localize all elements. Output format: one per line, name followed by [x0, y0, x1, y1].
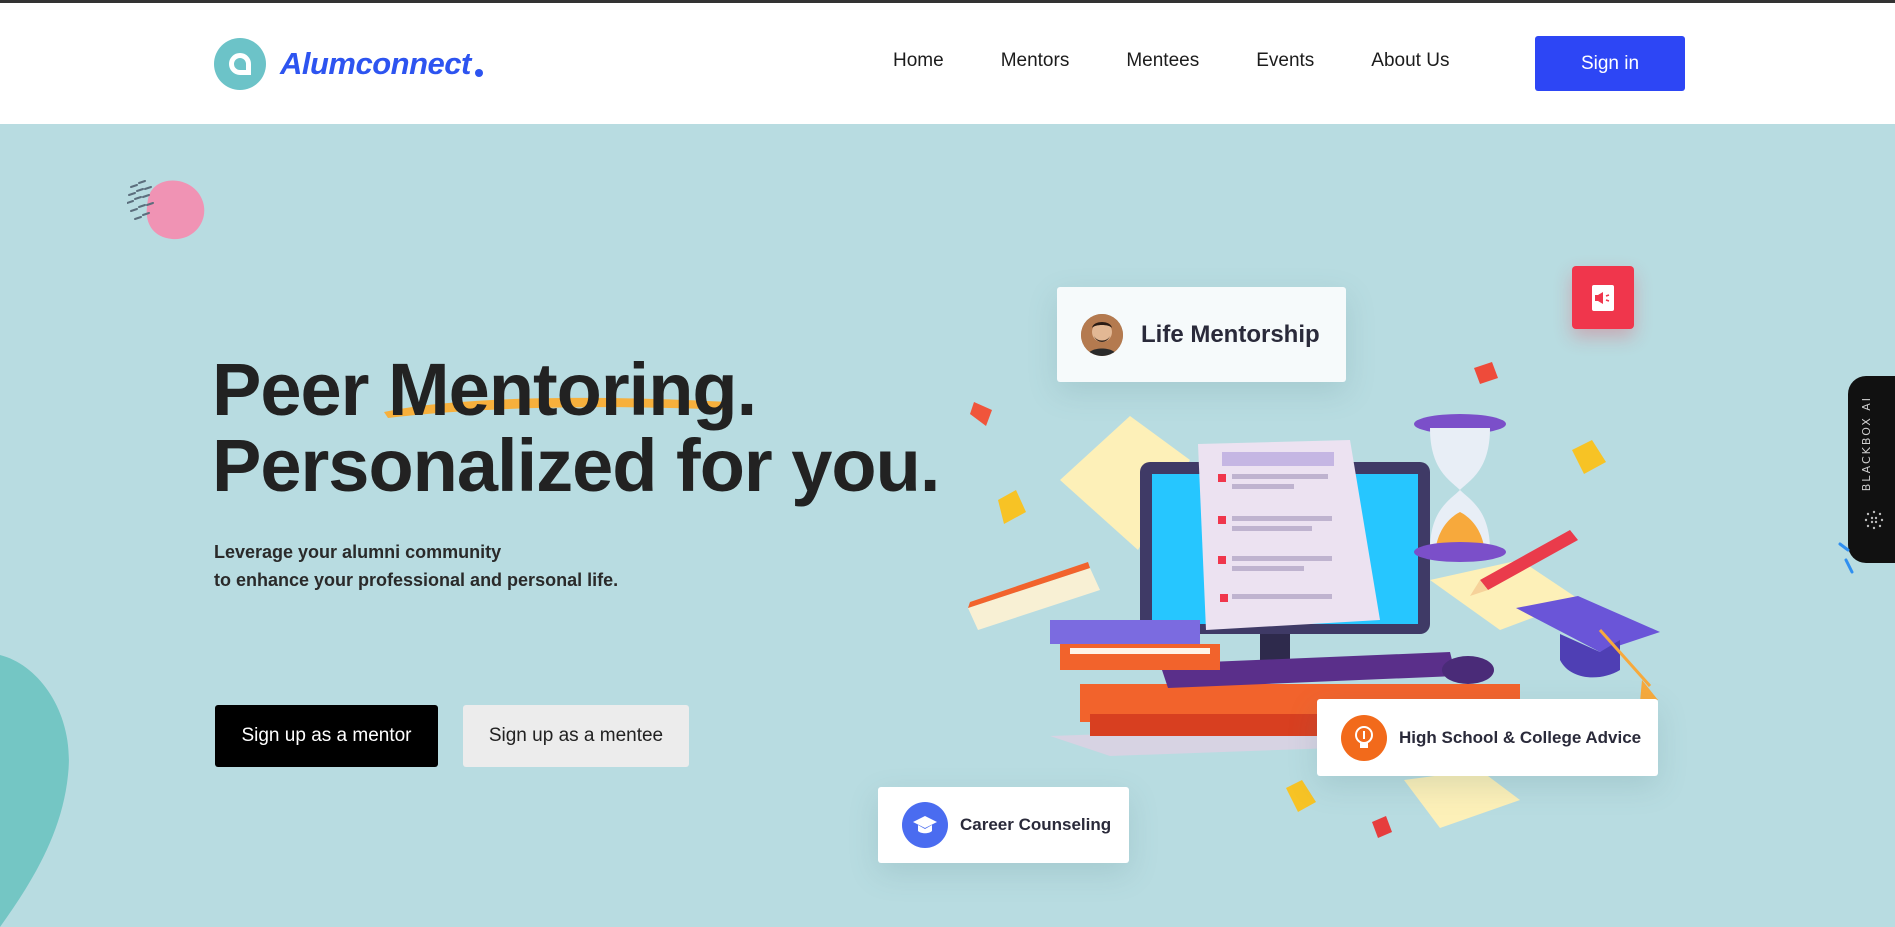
career-counseling-card: Career Counseling	[878, 787, 1129, 863]
sign-in-button[interactable]: Sign in	[1535, 36, 1685, 91]
alumconnect-logo-icon	[214, 38, 266, 90]
nav-mentors[interactable]: Mentors	[1001, 50, 1070, 72]
nav-about-us[interactable]: About Us	[1371, 50, 1449, 72]
nav-home[interactable]: Home	[893, 50, 944, 72]
career-counseling-label: Career Counseling	[960, 815, 1112, 834]
nav-events[interactable]: Events	[1256, 50, 1314, 72]
lightbulb-icon	[1341, 714, 1387, 761]
blue-dash-decoration	[1838, 542, 1854, 574]
brand-dot	[474, 69, 483, 77]
nav-mentees[interactable]: Mentees	[1126, 50, 1199, 72]
megaphone-book-icon[interactable]	[1572, 266, 1634, 329]
blackbox-ai-tab[interactable]: BLACKBOX AI	[1848, 376, 1895, 563]
hero-title-line-2: Personalized for you.	[212, 424, 940, 507]
high-school-college-card: High School & College Advice	[1317, 699, 1658, 776]
main-nav: Home Mentors Mentees Events About Us	[893, 50, 1506, 72]
navbar: Alumconnect Home Mentors Mentees Events …	[0, 3, 1895, 124]
teal-blob-decoration	[0, 655, 69, 927]
life-mentorship-label: Life Mentorship	[1141, 320, 1320, 348]
pink-blob-decoration	[127, 180, 205, 240]
brand-logo[interactable]: Alumconnect	[214, 38, 483, 90]
brand-name: Alumconnect	[280, 46, 471, 81]
hero-title: Peer Mentoring . Personalized for you.	[212, 352, 940, 507]
blackbox-ai-label: BLACKBOX AI	[1860, 396, 1873, 492]
life-mentorship-card: Life Mentorship	[1057, 287, 1346, 382]
mentor-avatar	[1081, 313, 1123, 356]
blackbox-dots-icon	[1864, 510, 1884, 530]
signup-mentee-button[interactable]: Sign up as a mentee	[463, 705, 689, 767]
hero-subtitle: Leverage your alumni community to enhanc…	[214, 542, 619, 590]
graduation-cap-icon	[902, 802, 948, 848]
hero-title-word: Peer	[212, 348, 369, 431]
hero-title-period: .	[736, 348, 758, 431]
high-school-college-label: High School & College Advice	[1399, 727, 1642, 747]
hero-title-highlight: Mentoring	[384, 352, 738, 428]
signup-mentor-button[interactable]: Sign up as a mentor	[215, 705, 438, 767]
